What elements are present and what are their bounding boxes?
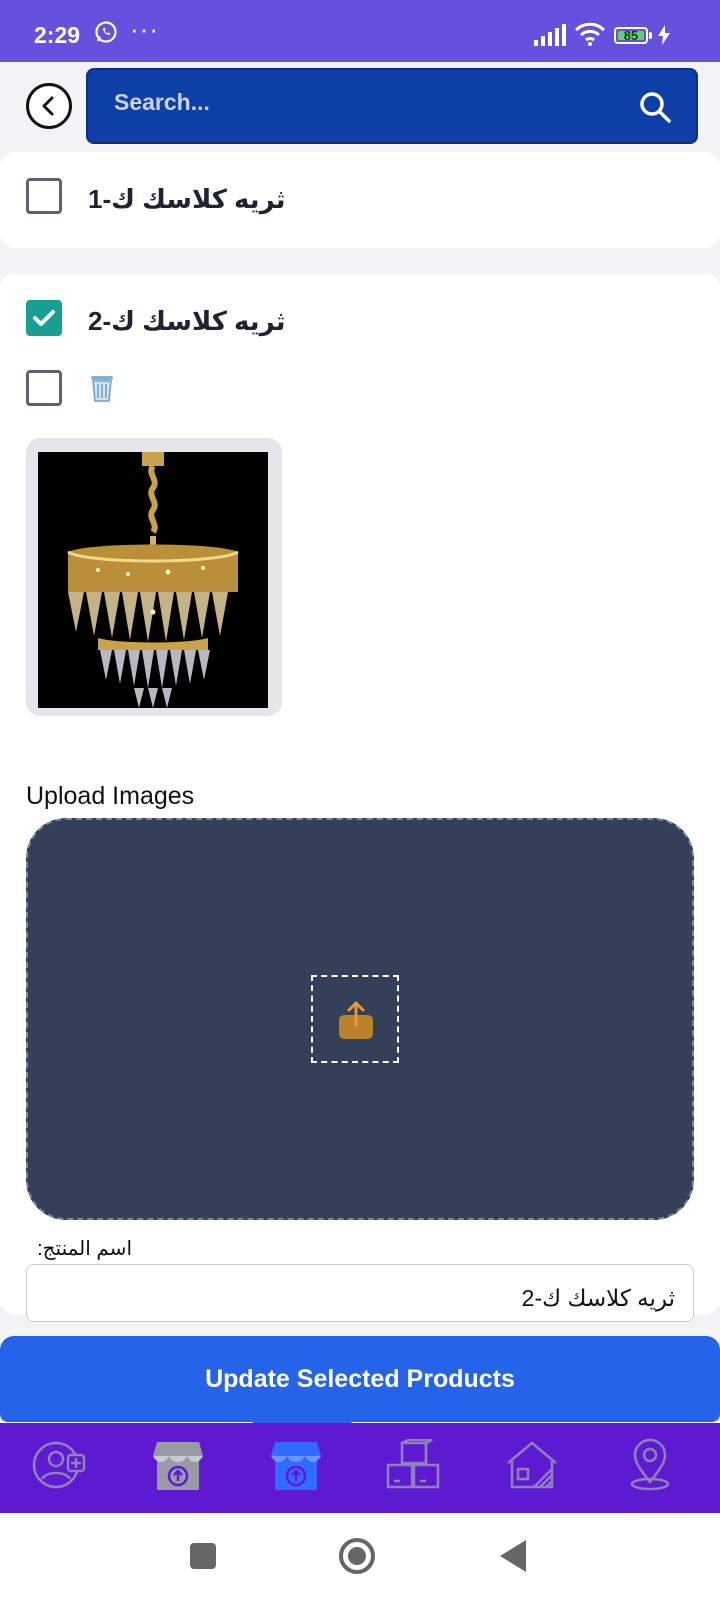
system-navigation-bar [0,1513,720,1600]
back-nav-button[interactable] [500,1540,526,1572]
nav-store-upload[interactable] [148,1435,208,1495]
boxes-icon [386,1439,440,1489]
more-notifications-icon: ··· [130,14,159,44]
status-time: 2:29 [34,22,81,48]
recents-button[interactable] [190,1543,216,1569]
nav-property[interactable] [502,1435,562,1495]
nav-location[interactable] [620,1435,680,1495]
product-image-thumbnail[interactable] [26,438,282,716]
product-card-expanded: ثريه كلاسك ك-2 Upload Images اسم المنتج:… [0,274,720,1322]
chandelier-image [38,452,268,708]
battery-level: 85 [623,28,639,43]
location-pin-icon [630,1438,670,1491]
image-select-checkbox[interactable] [26,370,62,406]
chevron-left-icon [42,96,54,116]
upload-icon [339,1001,373,1039]
update-selected-products-button[interactable]: Update Selected Products [0,1336,720,1422]
product-name-input[interactable]: ثريه كلاسك ك-2 [26,1264,694,1322]
add-user-icon [32,1441,86,1489]
upload-button[interactable] [311,975,399,1063]
product-card: ثريه كلاسك ك-1 [0,152,720,248]
store-upload-icon [153,1442,203,1490]
wifi-icon [574,22,606,51]
product-checkbox[interactable] [26,178,62,214]
nav-add-user[interactable] [30,1435,90,1495]
search-input[interactable]: Search... [86,68,698,144]
product-title: ثريه كلاسك ك-1 [88,184,286,214]
nav-store-upload-active[interactable] [266,1435,326,1495]
bottom-nav [0,1423,720,1513]
property-icon [507,1441,557,1489]
upload-dropzone[interactable] [26,818,694,1220]
search-icon[interactable] [638,90,672,129]
product-title: ثريه كلاسك ك-2 [88,306,286,336]
upload-images-label: Upload Images [26,782,195,810]
status-bar: 2:29 ··· 85 [0,0,720,62]
whatsapp-icon [94,20,118,49]
home-button[interactable] [339,1538,375,1574]
trash-icon[interactable] [88,373,116,408]
check-icon [33,310,55,326]
search-placeholder: Search... [114,89,210,115]
back-button[interactable] [26,83,72,129]
battery-icon: 85 [614,27,648,44]
product-name-value: ثريه كلاسك ك-2 [521,1285,675,1311]
nav-boxes[interactable] [384,1435,444,1495]
charging-icon [658,25,670,50]
product-name-label: اسم المنتج: [37,1238,132,1260]
store-upload-active-icon [271,1442,321,1490]
battery-nub [649,32,652,39]
product-checkbox-checked[interactable] [26,300,62,336]
signal-icon [534,24,566,51]
